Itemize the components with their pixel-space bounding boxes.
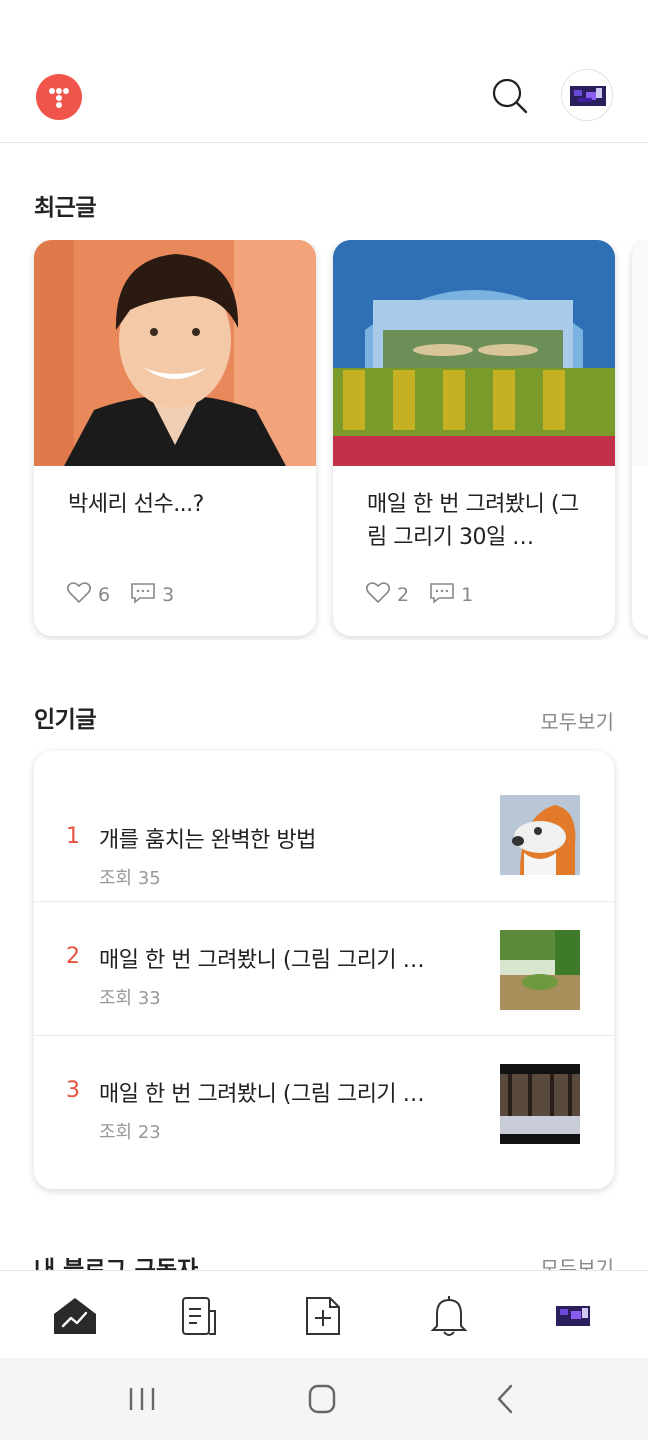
home-icon[interactable] xyxy=(302,1382,342,1416)
stats-icon[interactable] xyxy=(52,1293,98,1339)
post-thumbnail xyxy=(333,240,615,466)
heart-icon[interactable] xyxy=(66,581,98,610)
like-count: 6 xyxy=(98,584,111,606)
bell-icon[interactable] xyxy=(426,1293,472,1339)
comment-icon[interactable] xyxy=(130,581,162,610)
search-icon[interactable] xyxy=(490,76,530,116)
recent-posts-carousel[interactable]: 박세리 선수...? 6 3 매일 한 번 그려봤니 (그림 그리기 30일 …… xyxy=(0,240,648,640)
view-count: 조회 23 xyxy=(99,1122,161,1143)
recent-post-title: 박세리 선수...? xyxy=(68,492,204,517)
popular-post-title: 매일 한 번 그려봤니 (그림 그리기 … xyxy=(99,1082,425,1107)
app-header xyxy=(0,48,648,143)
like-count: 2 xyxy=(397,584,410,606)
posts-icon[interactable] xyxy=(176,1293,222,1339)
popular-post-item[interactable]: 3 매일 한 번 그려봤니 (그림 그리기 … 조회 23 xyxy=(34,1036,614,1170)
view-count: 조회 35 xyxy=(99,868,161,889)
popular-post-item[interactable]: 1 개를 훔치는 완벽한 방법 조회 35 xyxy=(34,768,614,902)
post-thumbnail xyxy=(500,930,580,1010)
comment-count: 3 xyxy=(162,584,175,606)
post-thumbnail xyxy=(34,240,316,466)
avatar[interactable] xyxy=(561,69,613,121)
popular-section-title: 인기글 xyxy=(34,707,96,733)
popular-see-all-link[interactable]: 모두보기 xyxy=(540,706,614,735)
back-icon[interactable] xyxy=(486,1382,526,1416)
post-rank: 2 xyxy=(66,944,80,969)
bottom-navigation xyxy=(0,1270,648,1358)
popular-post-title: 개를 훔치는 완벽한 방법 xyxy=(99,828,316,853)
comment-count: 1 xyxy=(461,584,474,606)
popular-post-title: 매일 한 번 그려봤니 (그림 그리기 … xyxy=(99,948,425,973)
recent-post-card[interactable] xyxy=(632,240,648,636)
comment-icon[interactable] xyxy=(429,581,461,610)
recent-post-card[interactable]: 매일 한 번 그려봤니 (그림 그리기 30일 … 2 1 xyxy=(333,240,615,636)
recent-post-title: 매일 한 번 그려봤니 (그림 그리기 30일 … xyxy=(367,492,579,550)
popular-posts-list: 1 개를 훔치는 완벽한 방법 조회 35 2 매일 한 번 그려봤니 (그림 … xyxy=(34,751,614,1189)
recent-section-title: 최근글 xyxy=(34,195,96,221)
post-rank: 3 xyxy=(66,1078,80,1103)
tistory-logo-icon[interactable] xyxy=(36,74,82,120)
post-thumbnail xyxy=(500,1064,580,1144)
heart-icon[interactable] xyxy=(365,581,397,610)
system-navigation-bar xyxy=(0,1358,648,1440)
new-post-icon[interactable] xyxy=(300,1293,346,1339)
post-stats: 2 1 xyxy=(365,581,493,610)
recents-icon[interactable] xyxy=(122,1382,162,1416)
post-rank: 1 xyxy=(66,824,80,849)
post-thumbnail xyxy=(632,240,648,466)
post-thumbnail xyxy=(500,795,580,875)
popular-post-item[interactable]: 2 매일 한 번 그려봤니 (그림 그리기 … 조회 33 xyxy=(34,902,614,1036)
recent-post-card[interactable]: 박세리 선수...? 6 3 xyxy=(34,240,316,636)
post-stats: 6 3 xyxy=(66,581,194,610)
view-count: 조회 33 xyxy=(99,988,161,1009)
avatar[interactable] xyxy=(550,1293,596,1339)
